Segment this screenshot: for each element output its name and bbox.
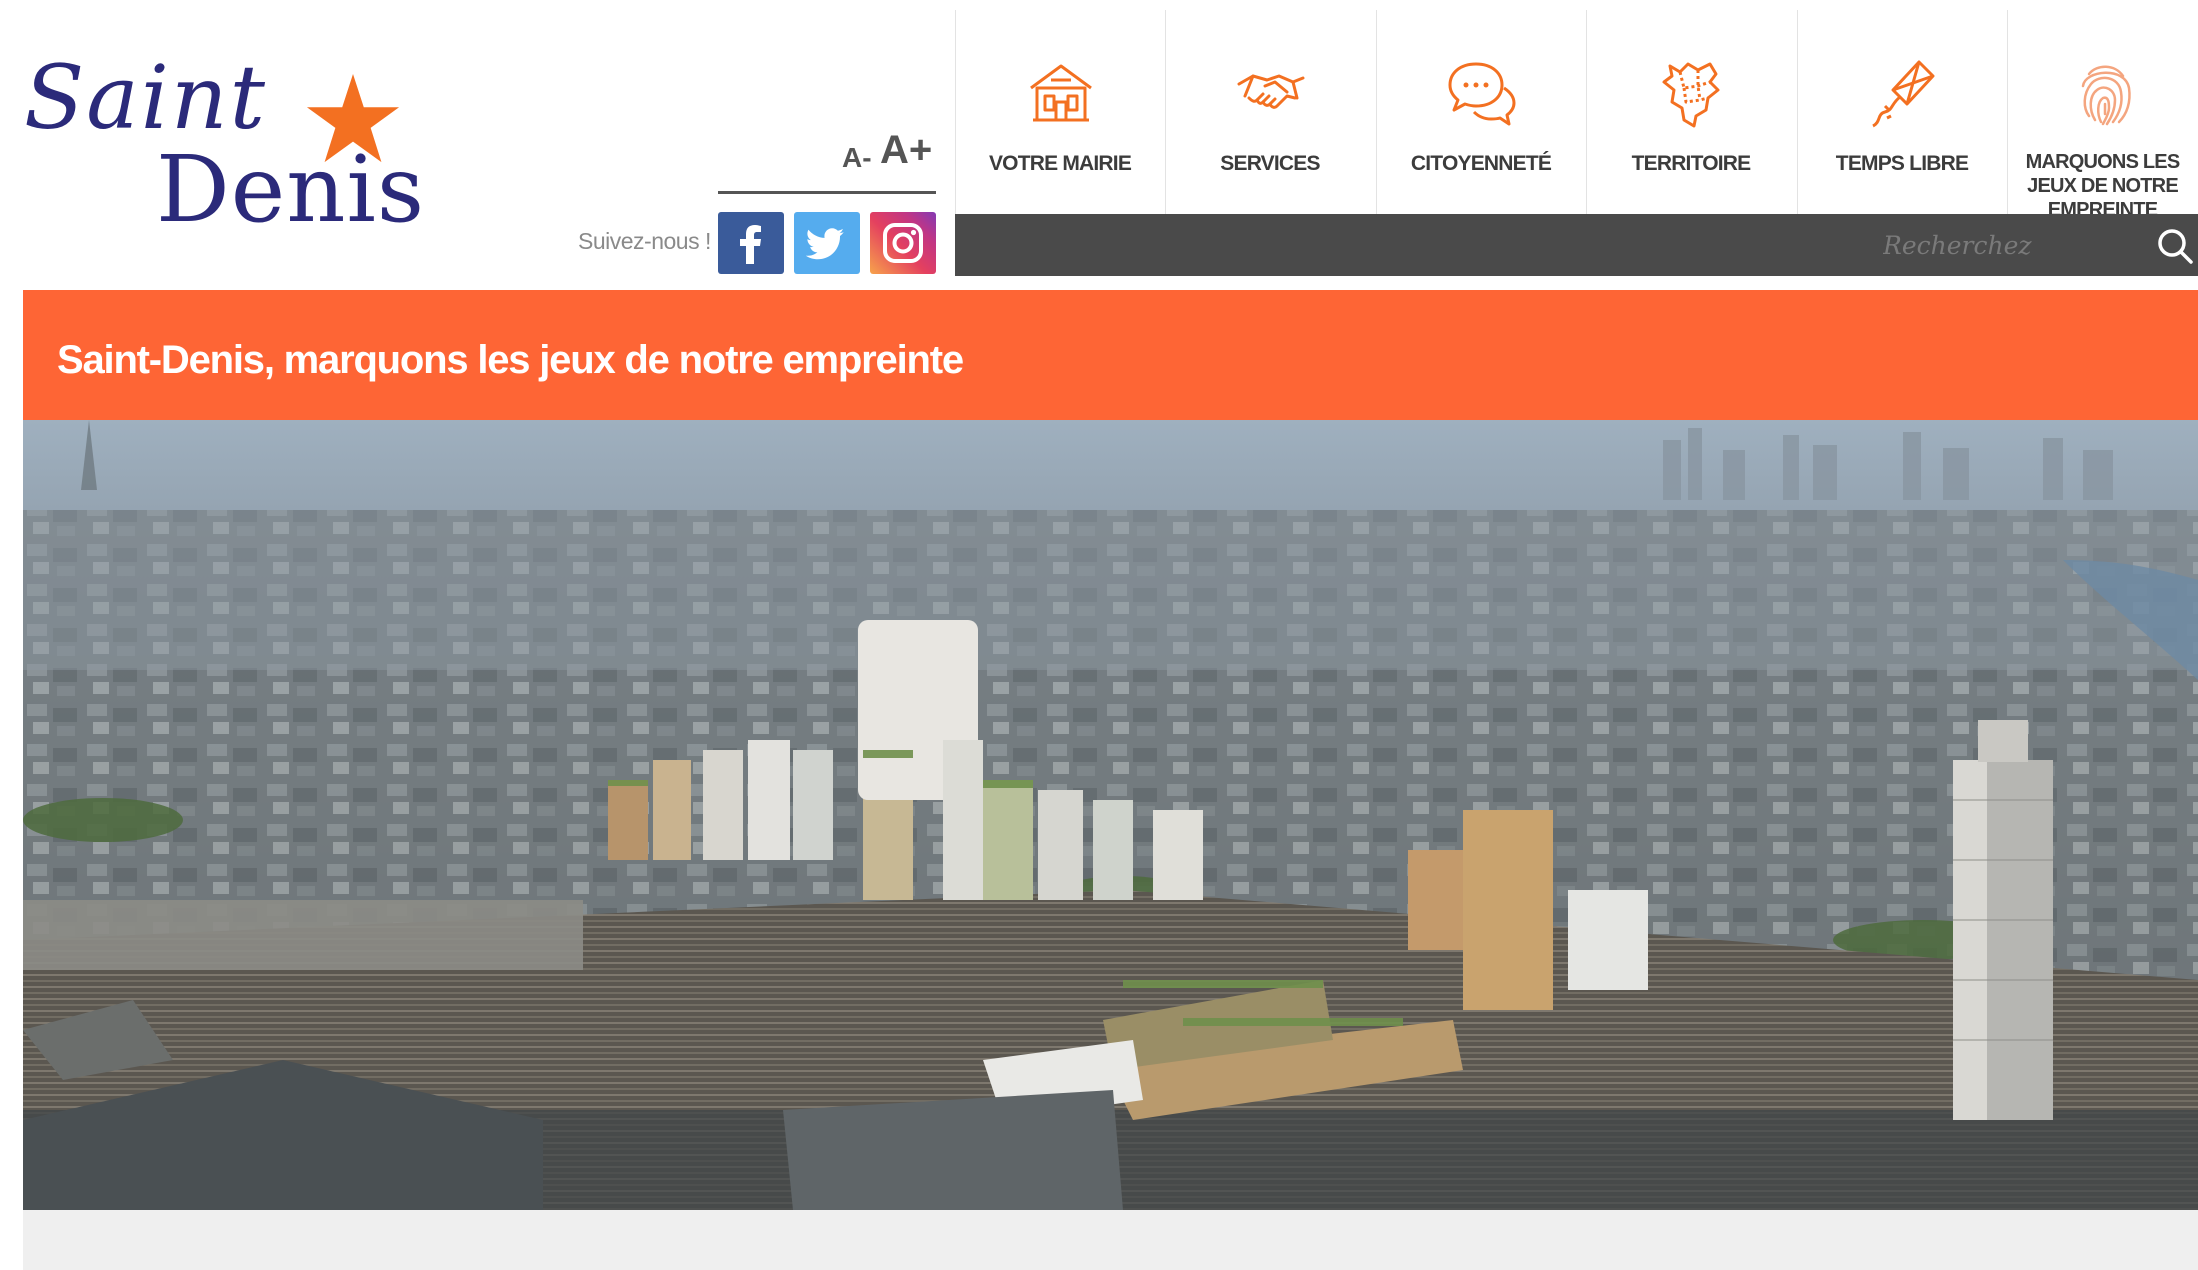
twitter-link[interactable] <box>794 212 860 274</box>
kite-icon <box>1872 60 1935 128</box>
handshake-icon <box>1237 74 1305 109</box>
nav-item-services[interactable]: SERVICES <box>1165 10 1375 214</box>
fingerprint-icon <box>2081 65 2131 126</box>
page-title: Saint-Denis, marquons les jeux de notre … <box>57 338 964 382</box>
search-bar <box>955 214 2198 276</box>
nav-item-temps-libre[interactable]: TEMPS LIBRE <box>1797 10 2007 214</box>
nav-item-votre-mairie[interactable]: VOTRE MAIRIE <box>955 10 1165 214</box>
search-input[interactable] <box>1875 224 2141 266</box>
instagram-icon <box>883 223 923 263</box>
hero-image <box>23 420 2198 1210</box>
instagram-link[interactable] <box>870 212 936 274</box>
logo-text-saint: Saint <box>24 46 267 149</box>
logo-text-denis: Denis <box>156 136 426 243</box>
main-navigation: VOTRE MAIRIE SERVICES CITOYENNETÉ TERRIT… <box>955 10 2198 214</box>
facebook-link[interactable] <box>718 212 784 274</box>
increase-font-button[interactable]: A+ <box>880 128 932 173</box>
search-icon[interactable] <box>2155 226 2195 266</box>
content-area <box>23 1210 2198 1270</box>
facebook-icon <box>740 225 761 264</box>
nav-label: MARQUONS LES JEUX DE NOTRE EMPREINTE <box>2025 151 2181 214</box>
town-hall-icon <box>1030 64 1092 122</box>
decrease-font-button[interactable]: A- <box>842 142 872 174</box>
divider <box>718 191 936 194</box>
nav-label: CITOYENNETÉ <box>1410 152 1552 175</box>
map-icon <box>1662 62 1720 128</box>
twitter-icon <box>805 228 844 260</box>
aerial-city-illustration <box>23 420 2198 1210</box>
speech-bubbles-icon <box>1448 62 1516 126</box>
nav-label: SERVICES <box>1220 152 1320 175</box>
follow-us-label: Suivez-nous ! <box>578 228 711 254</box>
nav-label: VOTRE MAIRIE <box>988 152 1132 175</box>
page-banner: Saint-Denis, marquons les jeux de notre … <box>23 290 2198 420</box>
nav-item-marquons-les-jeux[interactable]: MARQUONS LES JEUX DE NOTRE EMPREINTE <box>2007 10 2198 214</box>
nav-item-territoire[interactable]: TERRITOIRE <box>1586 10 1796 214</box>
site-logo[interactable]: Saint Denis <box>24 50 444 240</box>
nav-item-citoyennete[interactable]: CITOYENNETÉ <box>1376 10 1586 214</box>
nav-label: TEMPS LIBRE <box>1835 152 1969 175</box>
nav-label: TERRITOIRE <box>1631 152 1752 175</box>
